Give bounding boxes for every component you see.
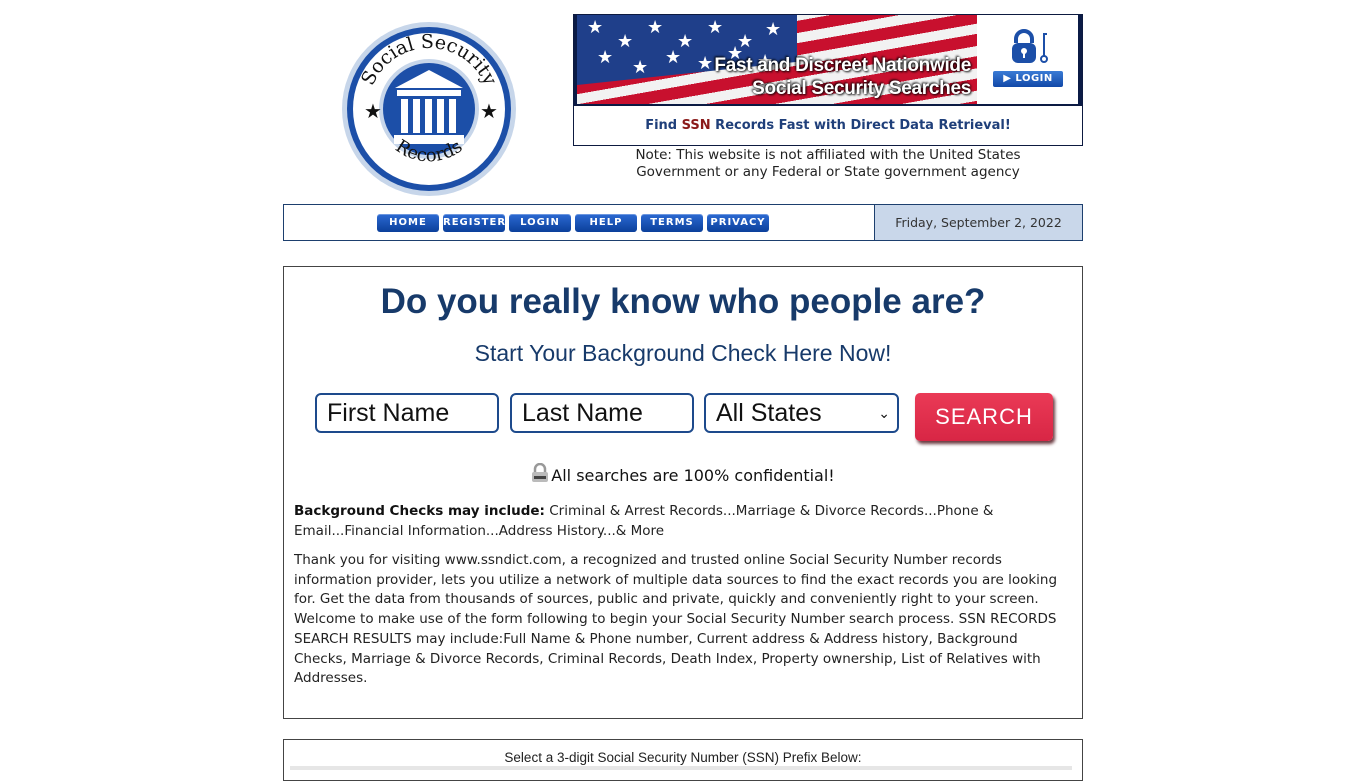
nav-privacy[interactable]: PRIVACY <box>707 214 769 232</box>
nav-help[interactable]: HELP <box>575 214 637 232</box>
tagline-ssn: SSN <box>681 118 711 133</box>
nav-login[interactable]: LOGIN <box>509 214 571 232</box>
page-subheadline: Start Your Background Check Here Now! <box>474 340 892 366</box>
banner-headline-line2: Social Security Searches <box>752 78 971 99</box>
disclaimer-note: Note: This website is not affiliated wit… <box>573 147 1083 181</box>
nav-home[interactable]: HOME <box>377 214 439 232</box>
tagline-text: Records Fast with Direct Data Retrieval! <box>710 118 1011 133</box>
banner-image[interactable]: ★ ★ ★ ★ ★ ★ ★ ★ ★ ★ ★ ★ ★ Fast and Discr… <box>574 15 1082 105</box>
intro-paragraph: Thank you for visiting www.ssndict.com, … <box>294 552 1058 687</box>
nav-register[interactable]: REGISTER <box>443 214 505 232</box>
state-select-value: All States <box>716 399 822 427</box>
disclaimer-line2: Government or any Federal or State gover… <box>636 164 1020 180</box>
page-headline: Do you really know who people are? <box>380 282 986 321</box>
star-icon: ★ <box>480 99 498 123</box>
padlock-icon <box>532 463 549 482</box>
site-logo[interactable]: Social Security Records ★ ★ <box>340 20 518 198</box>
tagline-text: Find <box>645 118 682 133</box>
background-checks-paragraph: Background Checks may include: Criminal … <box>294 502 1074 541</box>
state-select[interactable]: All States ⌄ <box>704 393 899 433</box>
banner-headline-line1: Fast and Discreet Nationwide <box>714 55 971 76</box>
banner-login-button[interactable]: ▶ LOGIN <box>993 71 1063 87</box>
banner-login-area[interactable]: ▶ LOGIN <box>977 15 1078 104</box>
search-button[interactable]: SEARCH <box>915 393 1053 441</box>
first-name-input[interactable]: First Name <box>315 393 499 433</box>
background-checks-label: Background Checks may include: <box>294 503 545 519</box>
main-navigation: HOME REGISTER LOGIN HELP TERMS PRIVACY F… <box>283 204 1083 241</box>
disclaimer-line1: Note: This website is not affiliated wit… <box>635 147 1021 163</box>
confidential-text: All searches are 100% confidential! <box>551 466 835 485</box>
last-name-input[interactable]: Last Name <box>510 393 694 433</box>
confidential-note: All searches are 100% confidential! <box>0 463 1366 485</box>
ssn-prefix-list[interactable] <box>290 766 1072 770</box>
nav-terms[interactable]: TERMS <box>641 214 703 232</box>
current-date: Friday, September 2, 2022 <box>874 205 1082 240</box>
star-icon: ★ <box>364 99 382 123</box>
promo-banner: ★ ★ ★ ★ ★ ★ ★ ★ ★ ★ ★ ★ ★ Fast and Discr… <box>573 14 1083 146</box>
lock-key-icon <box>1012 29 1048 63</box>
ssn-prefix-label: Select a 3-digit Social Security Number … <box>504 750 862 765</box>
us-flag-image: ★ ★ ★ ★ ★ ★ ★ ★ ★ ★ ★ ★ ★ Fast and Discr… <box>577 15 977 104</box>
banner-tagline: Find SSN Records Fast with Direct Data R… <box>574 105 1082 146</box>
chevron-down-icon: ⌄ <box>878 405 890 421</box>
